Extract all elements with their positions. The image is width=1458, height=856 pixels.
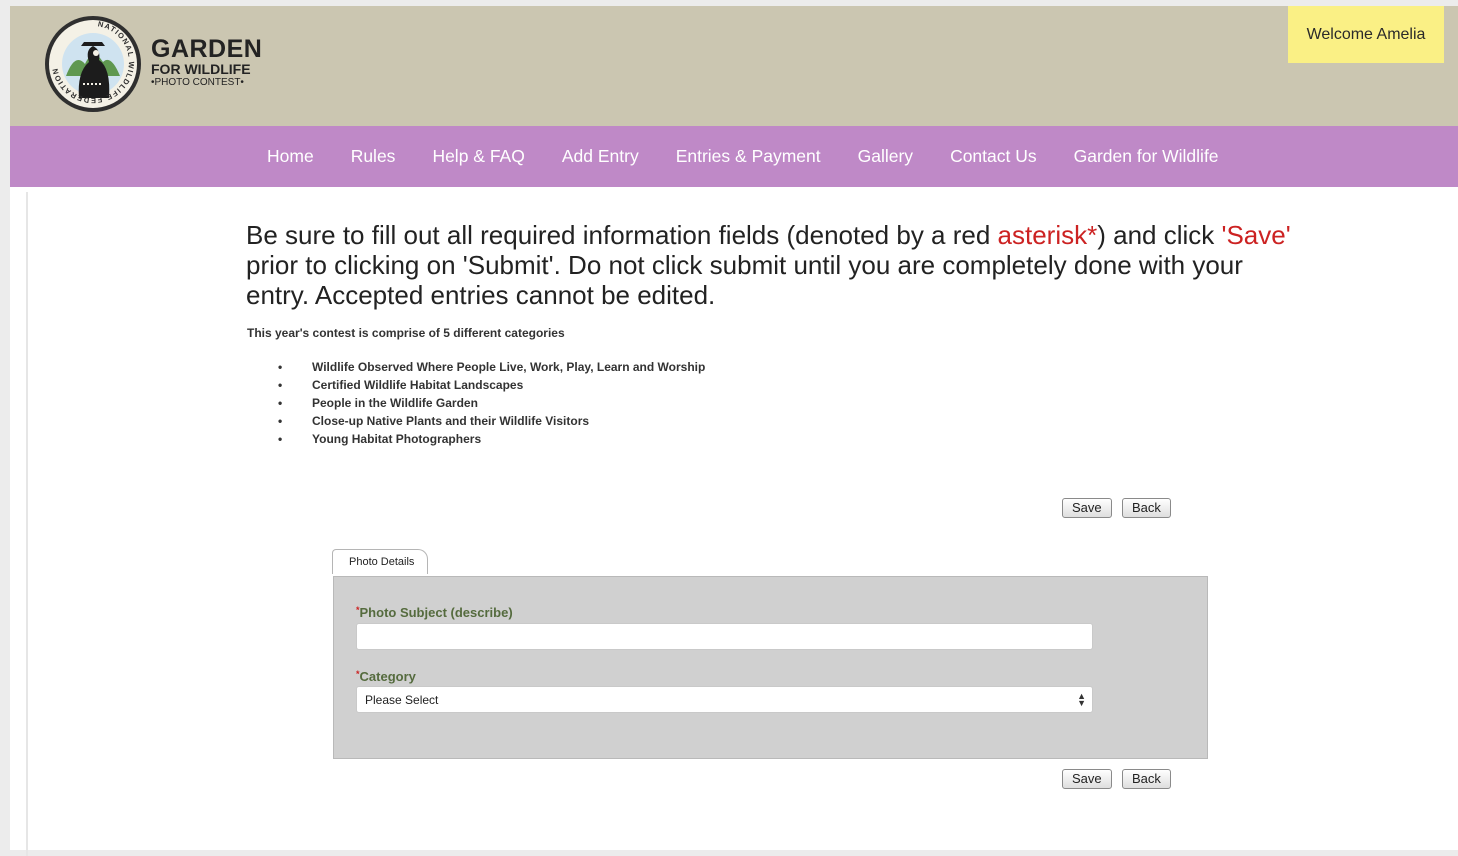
save-button-bottom[interactable]: Save: [1062, 769, 1112, 789]
nav-entries-payment[interactable]: Entries & Payment: [676, 146, 821, 167]
brand-wordmark[interactable]: GARDEN FOR WILDLIFE •PHOTO CONTEST•: [151, 36, 262, 89]
list-item: People in the Wildlife Garden: [278, 394, 705, 412]
main-nav: Home Rules Help & FAQ Add Entry Entries …: [10, 126, 1458, 187]
brand-tagline: •PHOTO CONTEST•: [151, 77, 244, 88]
nav-gallery[interactable]: Gallery: [858, 146, 913, 167]
list-item: Wildlife Observed Where People Live, Wor…: [278, 358, 705, 376]
welcome-badge: Welcome Amelia: [1288, 6, 1444, 63]
header: NATIONAL WILDLIFE FEDERATION GARDEN FOR …: [10, 6, 1458, 126]
save-highlight: 'Save': [1221, 220, 1291, 250]
nav-garden-for-wildlife[interactable]: Garden for Wildlife: [1074, 146, 1219, 167]
category-list: Wildlife Observed Where People Live, Wor…: [278, 358, 705, 448]
list-item: Young Habitat Photographers: [278, 430, 705, 448]
photo-subject-label: *Photo Subject (describe): [356, 605, 513, 620]
category-select[interactable]: Please Select ▲ ▼: [356, 686, 1093, 713]
nav-contact-us[interactable]: Contact Us: [950, 146, 1037, 167]
instructions-part1: Be sure to fill out all required informa…: [246, 220, 998, 250]
photo-subject-label-text: Photo Subject (describe): [359, 605, 513, 620]
back-button-top[interactable]: Back: [1122, 498, 1171, 518]
updown-arrows-icon: ▲ ▼: [1077, 691, 1086, 708]
nav-add-entry[interactable]: Add Entry: [562, 146, 639, 167]
nav-items: Home Rules Help & FAQ Add Entry Entries …: [267, 126, 1256, 187]
instructions-heading: Be sure to fill out all required informa…: [246, 220, 1306, 310]
photo-details-panel: *Photo Subject (describe) *Category Plea…: [333, 576, 1208, 759]
category-selected-value: Please Select: [365, 693, 439, 707]
save-button-top[interactable]: Save: [1062, 498, 1112, 518]
nav-rules[interactable]: Rules: [351, 146, 396, 167]
left-divider: [26, 192, 28, 856]
nav-home[interactable]: Home: [267, 146, 314, 167]
back-button-bottom[interactable]: Back: [1122, 769, 1171, 789]
nav-help-faq[interactable]: Help & FAQ: [432, 146, 524, 167]
category-label: *Category: [356, 669, 416, 684]
list-item: Certified Wildlife Habitat Landscapes: [278, 376, 705, 394]
brand-subtitle: FOR WILDLIFE: [151, 61, 251, 77]
brand-title: GARDEN: [151, 35, 263, 63]
logo-emblem-icon[interactable]: NATIONAL WILDLIFE FEDERATION: [45, 12, 141, 116]
asterisk-highlight: asterisk*: [997, 220, 1098, 250]
tab-photo-details[interactable]: Photo Details: [332, 549, 428, 574]
category-label-text: Category: [359, 669, 416, 684]
categories-intro: This year's contest is comprise of 5 dif…: [247, 326, 565, 340]
instructions-part3: prior to clicking on 'Submit'. Do not cl…: [246, 250, 1243, 310]
photo-subject-input[interactable]: [356, 623, 1093, 650]
list-item: Close-up Native Plants and their Wildlif…: [278, 412, 705, 430]
instructions-part2: ) and click: [1097, 220, 1222, 250]
page: NATIONAL WILDLIFE FEDERATION GARDEN FOR …: [10, 6, 1458, 856]
